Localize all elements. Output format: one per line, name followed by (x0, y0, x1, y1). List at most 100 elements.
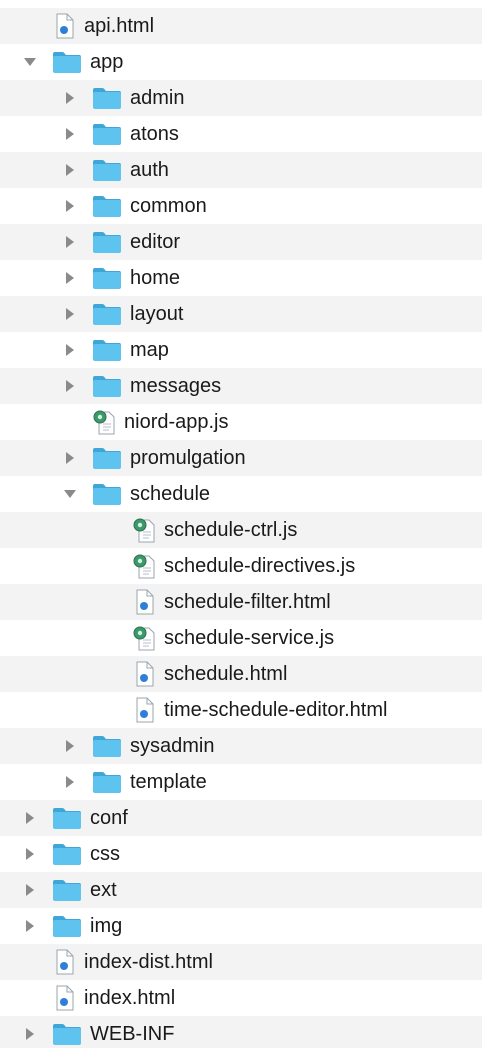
folder-icon (92, 86, 122, 110)
file-label: time-schedule-editor.html (164, 699, 388, 721)
file-label: schedule-service.js (164, 627, 335, 649)
folder-label: schedule (130, 483, 211, 505)
folder-label: sysadmin (130, 735, 215, 757)
folder-icon (52, 878, 82, 902)
html-file-icon (52, 985, 76, 1011)
chevron-right-icon[interactable] (62, 450, 78, 466)
folder-row[interactable]: ext (0, 872, 482, 908)
folder-row[interactable]: conf (0, 800, 482, 836)
folder-label: conf (90, 807, 128, 829)
folder-row[interactable]: sysadmin (0, 728, 482, 764)
folder-icon (92, 158, 122, 182)
file-row[interactable]: niord-app.js (0, 404, 482, 440)
folder-icon (92, 446, 122, 470)
js-file-icon (132, 625, 156, 651)
file-row[interactable]: schedule-filter.html (0, 584, 482, 620)
folder-row[interactable]: img (0, 908, 482, 944)
html-file-icon (132, 661, 156, 687)
folder-icon (52, 806, 82, 830)
html-file-icon (52, 949, 76, 975)
folder-row[interactable]: map (0, 332, 482, 368)
folder-icon (92, 194, 122, 218)
folder-row[interactable]: layout (0, 296, 482, 332)
file-row[interactable]: time-schedule-editor.html (0, 692, 482, 728)
file-tree: api.html app admin atons auth common editor hom… (0, 0, 482, 1048)
file-label: index-dist.html (84, 951, 213, 973)
chevron-right-icon[interactable] (62, 162, 78, 178)
folder-icon (92, 302, 122, 326)
folder-row[interactable]: admin (0, 80, 482, 116)
chevron-right-icon[interactable] (22, 882, 38, 898)
html-file-icon (132, 589, 156, 615)
chevron-down-icon[interactable] (62, 486, 78, 502)
folder-label: map (130, 339, 169, 361)
folder-label: template (130, 771, 207, 793)
folder-row[interactable]: atons (0, 116, 482, 152)
file-row[interactable]: api.html (0, 8, 482, 44)
folder-icon (92, 734, 122, 758)
folder-icon (92, 482, 122, 506)
file-row[interactable]: index.html (0, 980, 482, 1016)
file-label: schedule-filter.html (164, 591, 331, 613)
folder-label: auth (130, 159, 169, 181)
folder-row[interactable]: app (0, 44, 482, 80)
chevron-right-icon[interactable] (22, 918, 38, 934)
folder-row[interactable]: promulgation (0, 440, 482, 476)
folder-row[interactable]: messages (0, 368, 482, 404)
folder-label: home (130, 267, 181, 289)
folder-row[interactable]: css (0, 836, 482, 872)
folder-row[interactable]: WEB-INF (0, 1016, 482, 1048)
folder-row[interactable]: common (0, 188, 482, 224)
folder-icon (52, 1022, 82, 1046)
chevron-right-icon[interactable] (62, 270, 78, 286)
chevron-right-icon[interactable] (62, 306, 78, 322)
js-file-icon (132, 517, 156, 543)
file-row[interactable]: schedule.html (0, 656, 482, 692)
folder-label: css (90, 843, 120, 865)
folder-row[interactable]: auth (0, 152, 482, 188)
folder-icon (92, 374, 122, 398)
chevron-right-icon[interactable] (62, 198, 78, 214)
folder-label: WEB-INF (90, 1023, 175, 1045)
chevron-right-icon[interactable] (62, 378, 78, 394)
folder-icon (52, 50, 82, 74)
file-label: schedule.html (164, 663, 288, 685)
folder-icon (92, 230, 122, 254)
chevron-right-icon[interactable] (62, 126, 78, 142)
chevron-right-icon[interactable] (62, 342, 78, 358)
folder-row[interactable]: schedule (0, 476, 482, 512)
chevron-right-icon[interactable] (62, 738, 78, 754)
folder-icon (92, 122, 122, 146)
folder-icon (92, 266, 122, 290)
chevron-right-icon[interactable] (62, 774, 78, 790)
folder-label: promulgation (130, 447, 246, 469)
file-row[interactable]: schedule-ctrl.js (0, 512, 482, 548)
html-file-icon (52, 13, 76, 39)
folder-icon (52, 914, 82, 938)
folder-label: atons (130, 123, 179, 145)
folder-row[interactable]: editor (0, 224, 482, 260)
folder-row[interactable]: home (0, 260, 482, 296)
chevron-right-icon[interactable] (22, 1026, 38, 1042)
folder-label: img (90, 915, 123, 937)
file-row[interactable]: index-dist.html (0, 944, 482, 980)
file-row[interactable]: schedule-service.js (0, 620, 482, 656)
chevron-right-icon[interactable] (62, 90, 78, 106)
html-file-icon (132, 697, 156, 723)
folder-label: common (130, 195, 207, 217)
file-label: niord-app.js (124, 411, 229, 433)
file-label: schedule-ctrl.js (164, 519, 298, 541)
file-row[interactable]: schedule-directives.js (0, 548, 482, 584)
chevron-right-icon[interactable] (22, 846, 38, 862)
folder-icon (92, 770, 122, 794)
chevron-right-icon[interactable] (22, 810, 38, 826)
chevron-down-icon[interactable] (22, 54, 38, 70)
folder-label: ext (90, 879, 117, 901)
folder-row[interactable]: template (0, 764, 482, 800)
folder-label: app (90, 51, 124, 73)
js-file-icon (132, 553, 156, 579)
chevron-right-icon[interactable] (62, 234, 78, 250)
folder-icon (92, 338, 122, 362)
js-file-icon (92, 409, 116, 435)
folder-label: editor (130, 231, 181, 253)
